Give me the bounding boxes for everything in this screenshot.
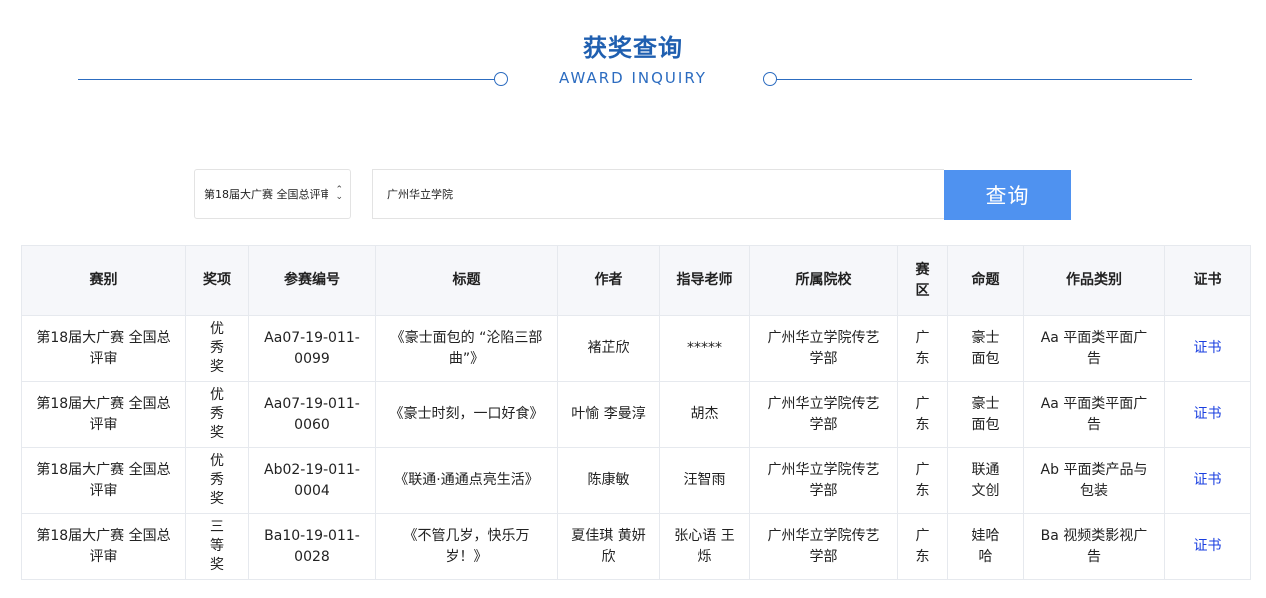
decorative-line-right	[776, 79, 1192, 80]
cell-region: 广东	[897, 315, 948, 382]
cell-category: Aa 平面类平面广告	[1023, 315, 1165, 382]
cell-entry-no: Ba10-19-011-0028	[248, 513, 376, 580]
cell-competition: 第18届大广赛 全国总评审	[21, 381, 186, 448]
competition-select[interactable]: 第18届大广赛 全国总评审 ⌃ ⌄	[194, 169, 351, 219]
competition-select-value: 第18届大广赛 全国总评审	[204, 188, 328, 201]
cell-region: 广东	[897, 447, 948, 514]
certificate-link[interactable]: 证书	[1194, 340, 1222, 356]
cell-region: 广东	[897, 513, 948, 580]
cell-advisor: *****	[659, 315, 750, 382]
page-title: 获奖查询	[583, 34, 683, 62]
column-header-title: 标题	[375, 245, 558, 316]
cell-entry-no: Aa07-19-011-0060	[248, 381, 376, 448]
column-header-competition: 赛别	[21, 245, 186, 316]
cell-author: 褚芷欣	[557, 315, 660, 382]
cell-school: 广州华立学院传艺学部	[749, 513, 898, 580]
cell-certificate: 证书	[1164, 315, 1251, 382]
cell-title: 《联通·通通点亮生活》	[375, 447, 558, 514]
cell-competition: 第18届大广赛 全国总评审	[21, 315, 186, 382]
table-row: 第18届大广赛 全国总评审 优秀奖 Ab02-19-011-0004 《联通·通…	[21, 447, 1251, 514]
column-header-author: 作者	[557, 245, 660, 316]
cell-school: 广州华立学院传艺学部	[749, 381, 898, 448]
certificate-link[interactable]: 证书	[1194, 538, 1222, 554]
cell-award: 优秀奖	[185, 447, 249, 514]
column-header-entry-no: 参赛编号	[248, 245, 376, 316]
cell-advisor: 张心语 王烁	[659, 513, 750, 580]
cell-award: 三等奖	[185, 513, 249, 580]
cell-author: 夏佳琪 黄妍欣	[557, 513, 660, 580]
table-row: 第18届大广赛 全国总评审 优秀奖 Aa07-19-011-0099 《豪士面包…	[21, 315, 1251, 382]
cell-advisor: 汪智雨	[659, 447, 750, 514]
cell-school: 广州华立学院传艺学部	[749, 447, 898, 514]
search-button[interactable]: 查询	[944, 170, 1071, 220]
cell-award: 优秀奖	[185, 315, 249, 382]
cell-topic: 豪士面包	[947, 315, 1024, 382]
cell-entry-no: Aa07-19-011-0099	[248, 315, 376, 382]
cell-competition: 第18届大广赛 全国总评审	[21, 513, 186, 580]
cell-region: 广东	[897, 381, 948, 448]
select-arrows-icon: ⌃ ⌄	[335, 185, 343, 202]
column-header-award: 奖项	[185, 245, 249, 316]
decorative-circle-right	[763, 72, 777, 86]
school-search-input[interactable]	[372, 169, 944, 219]
column-header-region: 赛区	[897, 245, 948, 316]
column-header-certificate: 证书	[1164, 245, 1251, 316]
column-header-advisor: 指导老师	[659, 245, 750, 316]
cell-topic: 豪士面包	[947, 381, 1024, 448]
cell-school: 广州华立学院传艺学部	[749, 315, 898, 382]
cell-certificate: 证书	[1164, 447, 1251, 514]
cell-advisor: 胡杰	[659, 381, 750, 448]
cell-certificate: 证书	[1164, 381, 1251, 448]
results-table: 赛别 奖项 参赛编号 标题 作者 指导老师 所属院校 赛区 命题 作品类别 证书…	[21, 245, 1251, 580]
cell-title: 《豪士面包的 “沦陷三部曲”》	[375, 315, 558, 382]
cell-certificate: 证书	[1164, 513, 1251, 580]
cell-title: 《豪士时刻，一口好食》	[375, 381, 558, 448]
table-row: 第18届大广赛 全国总评审 优秀奖 Aa07-19-011-0060 《豪士时刻…	[21, 381, 1251, 448]
column-header-category: 作品类别	[1023, 245, 1165, 316]
cell-category: Aa 平面类平面广告	[1023, 381, 1165, 448]
page-subtitle: AWARD INQUIRY	[559, 69, 707, 87]
column-header-topic: 命题	[947, 245, 1024, 316]
cell-topic: 娃哈哈	[947, 513, 1024, 580]
cell-award: 优秀奖	[185, 381, 249, 448]
certificate-link[interactable]: 证书	[1194, 406, 1222, 422]
cell-entry-no: Ab02-19-011-0004	[248, 447, 376, 514]
cell-author: 陈康敏	[557, 447, 660, 514]
cell-category: Ab 平面类产品与包装	[1023, 447, 1165, 514]
table-header-row: 赛别 奖项 参赛编号 标题 作者 指导老师 所属院校 赛区 命题 作品类别 证书	[21, 245, 1251, 316]
certificate-link[interactable]: 证书	[1194, 472, 1222, 488]
cell-competition: 第18届大广赛 全国总评审	[21, 447, 186, 514]
cell-title: 《不管几岁，快乐万岁！》	[375, 513, 558, 580]
column-header-school: 所属院校	[749, 245, 898, 316]
cell-author: 叶愉 李曼淳	[557, 381, 660, 448]
cell-topic: 联通文创	[947, 447, 1024, 514]
cell-category: Ba 视频类影视广告	[1023, 513, 1165, 580]
table-row: 第18届大广赛 全国总评审 三等奖 Ba10-19-011-0028 《不管几岁…	[21, 513, 1251, 580]
